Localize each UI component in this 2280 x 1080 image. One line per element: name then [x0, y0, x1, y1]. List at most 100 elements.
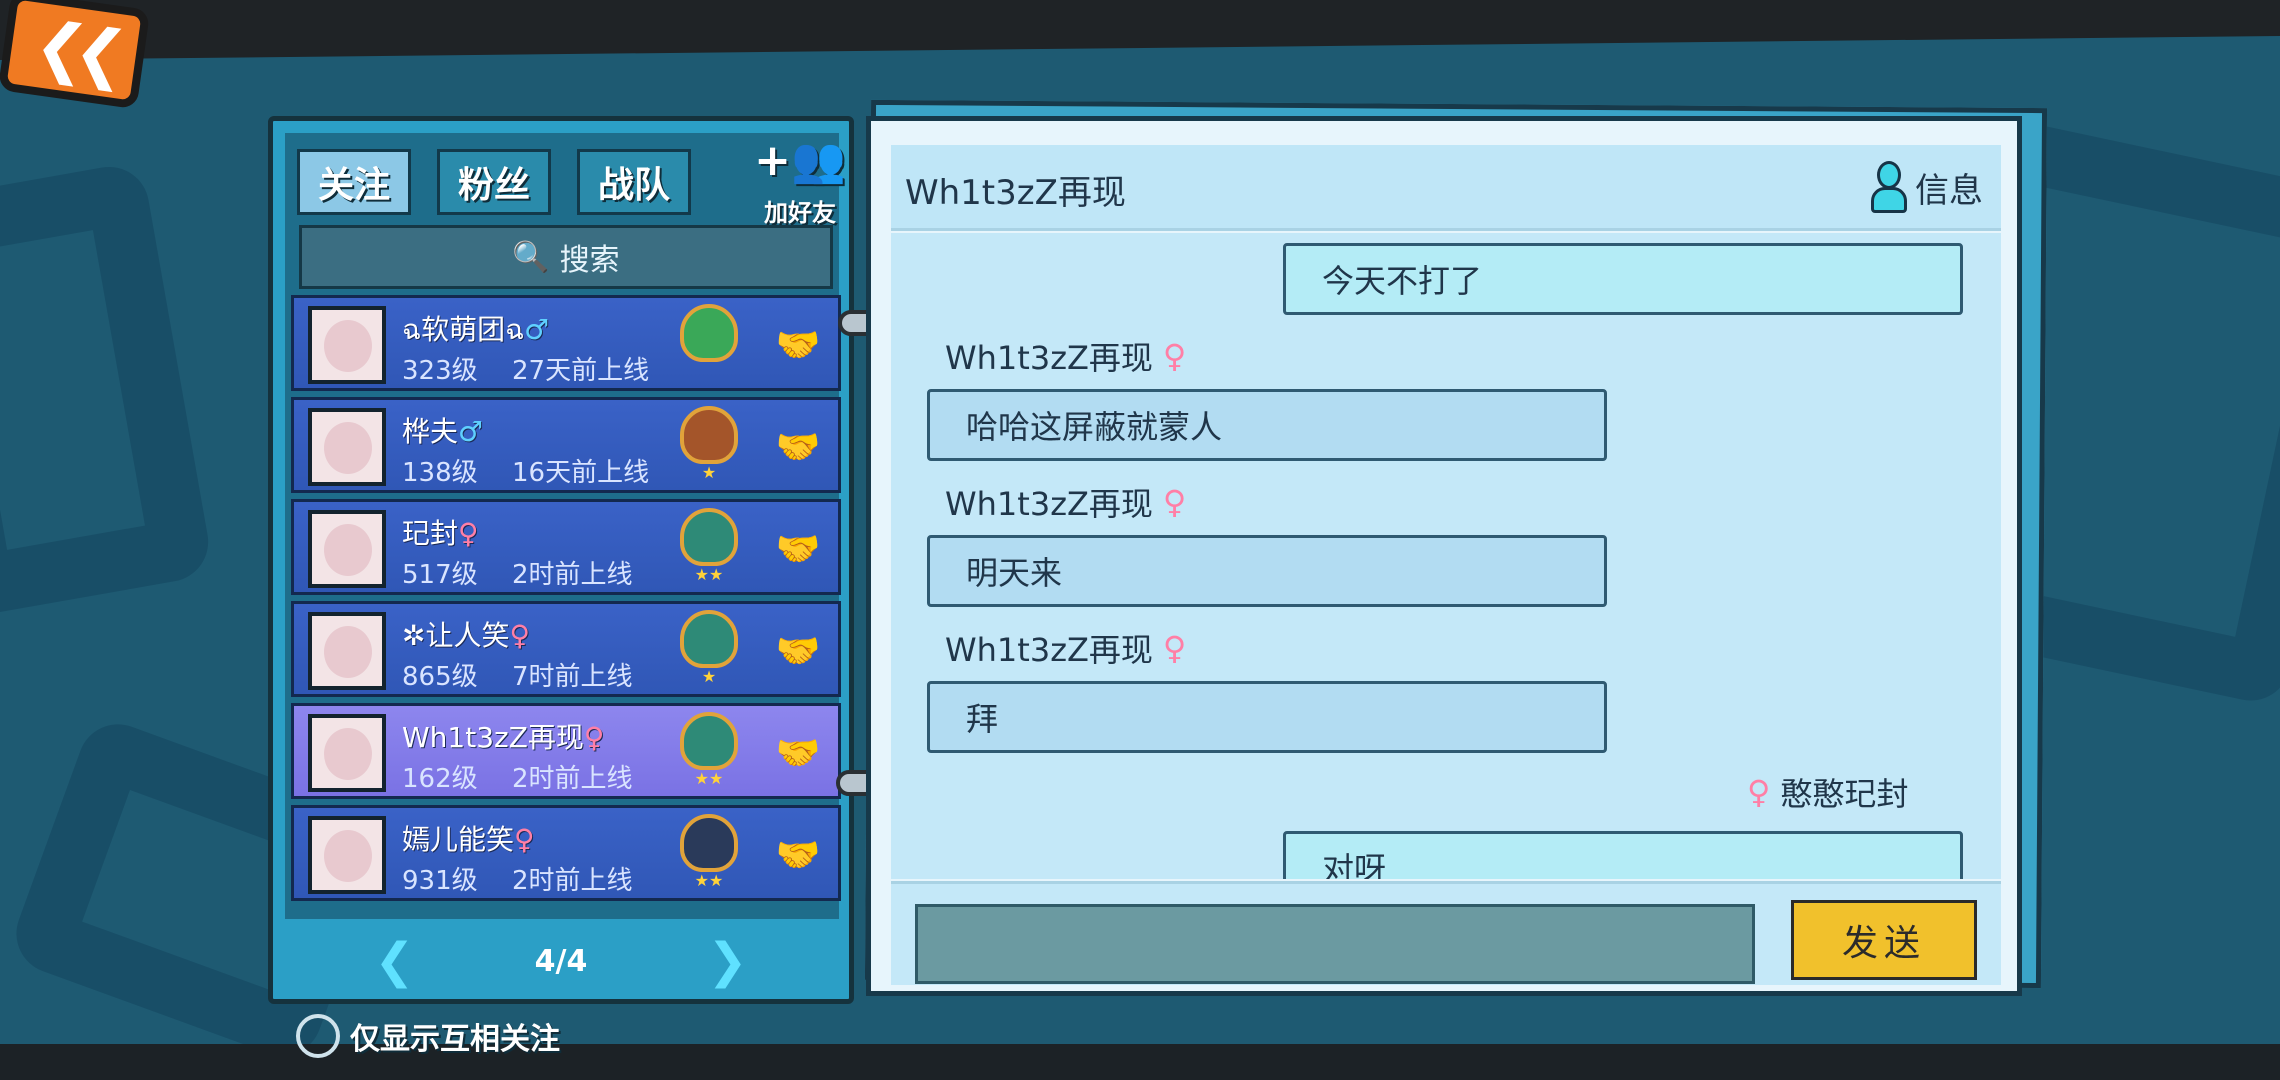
- rank-stars: ★: [701, 667, 717, 686]
- rank-stars: ★★: [694, 565, 724, 584]
- search-label: 搜索: [559, 243, 620, 278]
- avatar: [308, 306, 386, 384]
- add-friend-button[interactable]: +👥 加好友: [754, 129, 846, 229]
- handshake-icon[interactable]: 🤝: [770, 728, 826, 778]
- avatar: [308, 714, 386, 792]
- avatar: [308, 612, 386, 690]
- friend-row[interactable]: Wh1t3zZ再现♀ 162级 2时前上线 ★★ 🤝: [291, 703, 841, 799]
- female-icon: ♀: [458, 517, 479, 550]
- friend-row[interactable]: ฉ软萌团ฉ♂ 323级 27天前上线 🤝: [291, 295, 841, 391]
- handshake-icon[interactable]: 🤝: [770, 422, 826, 472]
- chat-title: Wh1t3zZ再现: [905, 173, 1126, 213]
- message-bubble-mine: 对呀: [1283, 831, 1963, 879]
- friend-name-text: ฉ软萌团ฉ: [402, 313, 525, 346]
- friend-row[interactable]: 桦夫♂ 138级 16天前上线 ★ 🤝: [291, 397, 841, 493]
- female-icon: ♀: [1162, 337, 1187, 375]
- friend-name-text: 桦夫: [402, 415, 459, 448]
- friend-name: Wh1t3zZ再现♀: [402, 716, 604, 756]
- message-bubble-mine: 今天不打了: [1283, 243, 1963, 315]
- handshake-icon[interactable]: 🤝: [770, 626, 826, 676]
- male-icon: ♂: [524, 313, 550, 346]
- checkbox-circle-icon: [296, 1014, 340, 1058]
- friend-name-text: 玘封: [402, 517, 459, 550]
- friend-last-online: 27天前上线: [512, 356, 650, 386]
- send-label: 发送: [1841, 923, 1926, 964]
- send-button[interactable]: 发送: [1791, 900, 1977, 980]
- friend-row[interactable]: 嫣儿能笑♀ 931级 2时前上线 ★★ 🤝: [291, 805, 841, 901]
- message-sender: ♀ 憨憨玘封: [1747, 769, 1908, 815]
- friend-last-online: 2时前上线: [512, 866, 633, 896]
- friend-row[interactable]: 玘封♀ 517级 2时前上线 ★★ 🤝: [291, 499, 841, 595]
- search-bar[interactable]: 🔍 搜索: [299, 225, 833, 289]
- rank-badge-icon: ★★: [674, 508, 744, 588]
- friend-meta: 517级 2时前上线: [402, 554, 633, 591]
- friend-name-text: ✲让人笑: [402, 619, 510, 652]
- chat-input-bar: 发送: [891, 881, 2001, 985]
- add-friend-label: 加好友: [764, 199, 836, 227]
- chat-messages[interactable]: 今天不打了 Wh1t3zZ再现 ♀ 哈哈这屏蔽就蒙人 Wh1t3zZ再现 ♀ 明…: [891, 233, 2001, 879]
- mutual-follow-toggle[interactable]: 仅显示互相关注: [296, 1014, 560, 1058]
- pager: ❮ 4/4 ❯: [273, 921, 849, 1001]
- rank-badge-icon: ★★: [674, 712, 744, 792]
- search-icon: 🔍: [512, 239, 550, 275]
- friend-last-online: 16天前上线: [512, 458, 650, 488]
- friend-row[interactable]: ✲让人笑♀ 865级 7时前上线 ★ 🤝: [291, 601, 841, 697]
- friend-last-online: 2时前上线: [512, 764, 633, 794]
- female-icon: ♀: [1747, 773, 1771, 811]
- message-text: 今天不打了: [1322, 262, 1483, 300]
- message-sender: Wh1t3zZ再现 ♀: [945, 625, 1186, 671]
- mutual-follow-label: 仅显示互相关注: [350, 1022, 560, 1057]
- female-icon: ♀: [514, 823, 535, 856]
- avatar: [308, 510, 386, 588]
- top-bar-background: [0, 0, 2280, 60]
- sender-name: 憨憨玘封: [1780, 775, 1909, 813]
- friend-meta: 931级 2时前上线: [402, 860, 633, 897]
- handshake-icon[interactable]: 🤝: [770, 524, 826, 574]
- tab-follow[interactable]: 关注: [297, 149, 411, 215]
- message-bubble-theirs: 明天来: [927, 535, 1607, 607]
- friend-meta: 138级 16天前上线: [402, 452, 649, 489]
- chat-input[interactable]: [915, 904, 1755, 984]
- chevron-right-icon[interactable]: ❯: [707, 933, 747, 989]
- friend-name: ✲让人笑♀: [402, 614, 530, 654]
- tab-fans-label: 粉丝: [457, 165, 530, 206]
- friend-name-text: 嫣儿能笑: [402, 823, 515, 856]
- friend-level: 162级: [402, 764, 478, 794]
- rank-badge-icon: ★: [674, 610, 744, 690]
- friend-name: 玘封♀: [402, 512, 479, 552]
- handshake-icon[interactable]: 🤝: [770, 830, 826, 880]
- message-text: 明天来: [966, 554, 1063, 592]
- friend-meta: 865级 7时前上线: [402, 656, 633, 693]
- chat-panel: Wh1t3zZ再现 信息 今天不打了 Wh1t3zZ再现 ♀ 哈哈这屏蔽就蒙人 …: [866, 116, 2022, 996]
- female-icon: ♀: [1162, 629, 1187, 667]
- handshake-icon[interactable]: 🤝: [770, 320, 826, 370]
- rank-stars: ★★: [694, 769, 724, 788]
- chevron-left-icon[interactable]: ❮: [374, 933, 414, 989]
- friend-level: 323级: [402, 356, 478, 386]
- tab-fans[interactable]: 粉丝: [437, 149, 551, 215]
- friend-name: 桦夫♂: [402, 410, 483, 450]
- sender-name: Wh1t3zZ再现: [945, 485, 1153, 523]
- rank-stars: ★★: [694, 871, 724, 890]
- info-label: 信息: [1915, 170, 1983, 211]
- page-indicator: 4/4: [534, 943, 588, 979]
- rank-stars: ★: [701, 463, 717, 482]
- friend-level: 517级: [402, 560, 478, 590]
- message-sender: Wh1t3zZ再现 ♀: [945, 333, 1186, 379]
- sender-name: Wh1t3zZ再现: [945, 631, 1153, 669]
- message-bubble-theirs: 哈哈这屏蔽就蒙人: [927, 389, 1607, 461]
- female-icon: ♀: [583, 721, 605, 754]
- friend-level: 138级: [402, 458, 478, 488]
- tab-follow-label: 关注: [317, 165, 390, 206]
- message-text: 哈哈这屏蔽就蒙人: [966, 408, 1223, 446]
- friends-panel: 关注 粉丝 战队 +👥 加好友 🔍 搜索 ฉ软萌团ฉ♂ 323级 27天前上线 🤝 桦夫…: [268, 116, 854, 1004]
- tab-team[interactable]: 战队: [577, 149, 691, 215]
- friend-name: ฉ软萌团ฉ♂: [402, 308, 549, 352]
- avatar: [308, 408, 386, 486]
- info-button[interactable]: 信息: [1869, 161, 1983, 213]
- female-icon: ♀: [1162, 483, 1187, 521]
- message-sender: Wh1t3zZ再现 ♀: [945, 479, 1186, 525]
- friend-name-text: Wh1t3zZ再现: [402, 721, 584, 754]
- person-icon: [1869, 161, 1907, 213]
- back-button[interactable]: ❮❮: [0, 0, 151, 110]
